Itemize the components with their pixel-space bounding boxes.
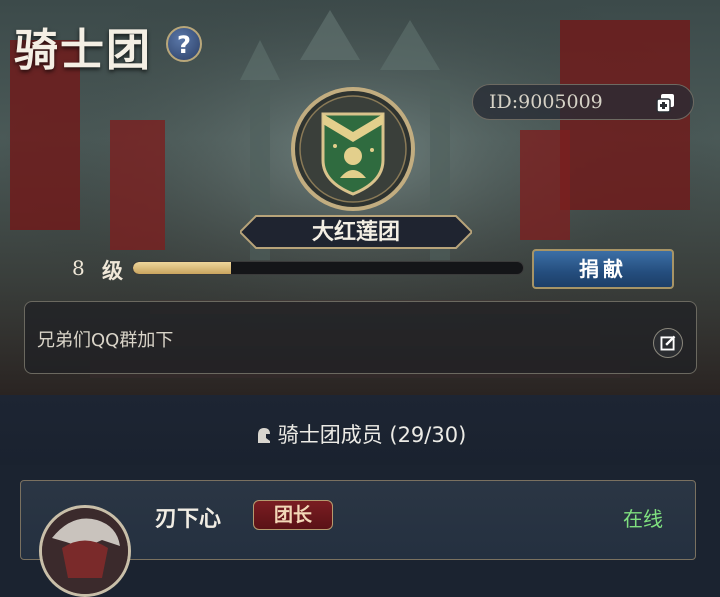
guild-name: 大红莲团 [311,219,400,245]
edit-icon[interactable] [653,328,683,358]
guild-hero-banner: 骑士团 ? ID:9005009 大红莲团 8 级 捐献 兄弟们QQ群加下 [0,0,720,395]
guild-level-number: 8 [72,256,85,280]
member-online-status: 在线 [623,507,663,531]
question-circle-icon: ? [177,31,191,59]
help-button[interactable]: ? [166,26,202,62]
knight-icon [257,428,270,443]
guild-level-unit: 级 [102,258,123,283]
members-section-header: 骑士团成员 (29/30) [0,395,720,465]
member-avatar[interactable] [39,505,131,597]
guild-shield-emblem-icon [291,87,415,211]
member-name: 刃下心 [155,506,222,532]
guild-id-text: ID:9005009 [489,91,603,113]
donate-button[interactable]: 捐献 [532,249,674,289]
avatar-portrait-icon [42,508,128,594]
members-header-row: 骑士团成员 (29/30) [0,419,720,449]
member-role-badge: 团长 [253,500,333,530]
guild-name-plate: 大红莲团 [240,214,472,250]
guild-notice-box: 兄弟们QQ群加下 [24,301,697,374]
guild-exp-fill [133,262,231,274]
page-title: 骑士团 [14,25,152,76]
guild-id-box: ID:9005009 [472,84,694,120]
guild-notice-text: 兄弟们QQ群加下 [37,330,174,351]
copy-icon[interactable] [655,92,677,114]
members-header-text: 骑士团成员 (29/30) [277,423,467,447]
member-row[interactable]: 刃下心 团长 在线 [20,480,696,597]
guild-exp-bar [132,261,524,275]
